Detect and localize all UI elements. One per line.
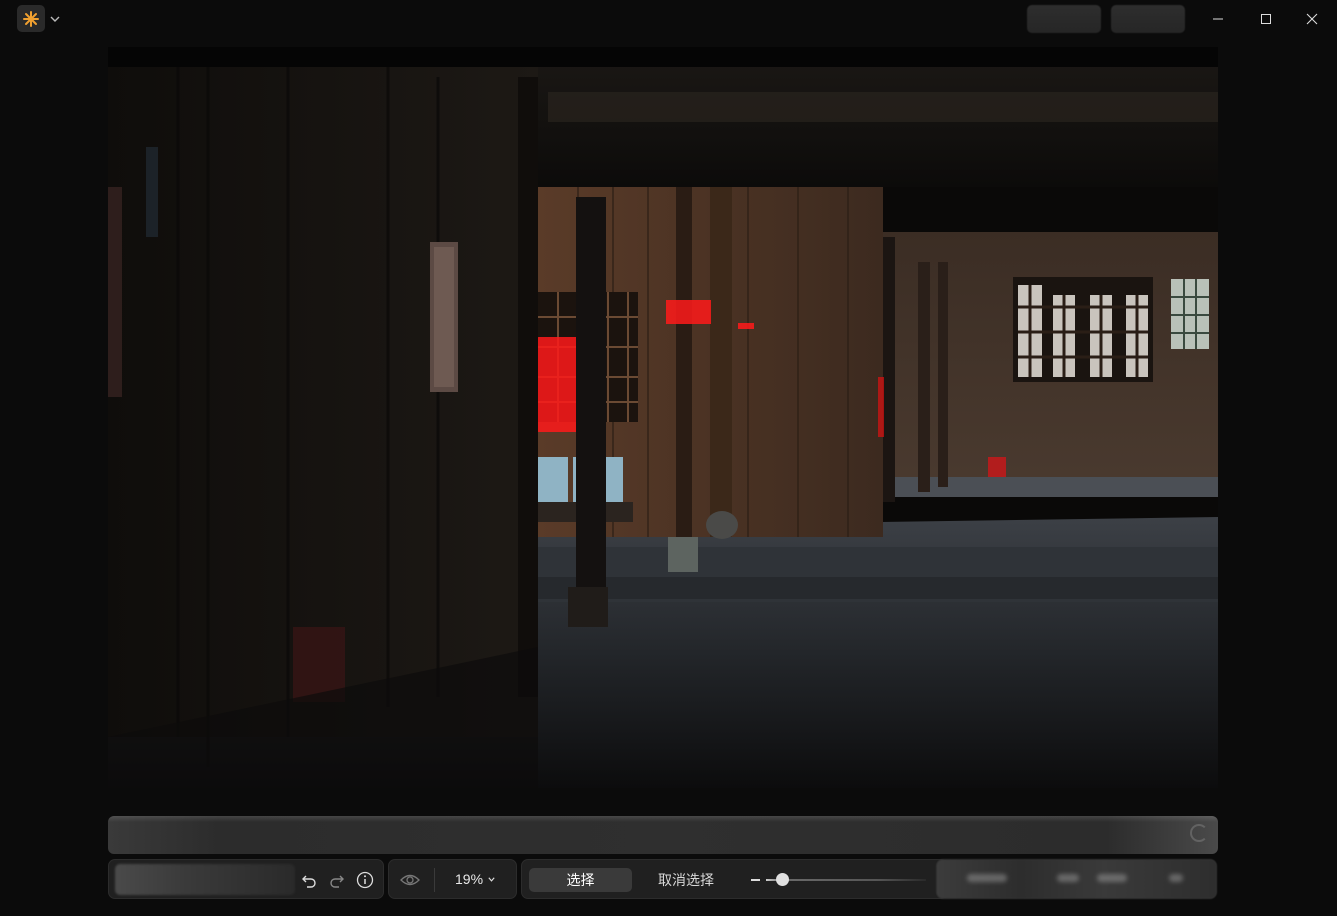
redo-icon	[330, 875, 344, 888]
chevron-down-icon	[488, 876, 495, 882]
app-menu-button[interactable]	[17, 5, 45, 32]
photo-canvas[interactable]	[108, 47, 1218, 788]
blurred-control-4[interactable]	[1169, 874, 1183, 882]
blurred-tool-area[interactable]	[115, 864, 295, 895]
timeline-sheen	[108, 816, 1218, 822]
deselect-button[interactable]: 取消选择	[634, 868, 738, 892]
blurred-control-3[interactable]	[1097, 874, 1127, 882]
brush-size-slider[interactable]	[766, 879, 926, 881]
undo-button[interactable]	[297, 868, 321, 892]
brush-size-slider-thumb[interactable]	[776, 873, 789, 886]
sparkle-icon	[23, 10, 39, 27]
eye-icon	[400, 874, 420, 886]
blurred-header-button-2[interactable]	[1111, 5, 1185, 33]
visibility-toggle[interactable]	[398, 868, 422, 892]
blurred-toolbar[interactable]	[936, 859, 1217, 899]
redo-button[interactable]	[325, 868, 349, 892]
info-icon	[356, 871, 374, 889]
photo-image	[108, 47, 1218, 788]
view-toolbar: 19%	[388, 859, 517, 899]
blurred-control-2[interactable]	[1057, 874, 1079, 882]
history-toolbar	[108, 859, 384, 899]
minimize-icon[interactable]	[1206, 7, 1230, 31]
chevron-down-icon[interactable]	[49, 12, 61, 24]
selection-toolbar: 选择 取消选择	[521, 859, 948, 899]
refresh-icon[interactable]	[1190, 824, 1208, 842]
minus-icon[interactable]	[751, 879, 760, 881]
timeline-strip[interactable]	[108, 816, 1218, 854]
toolbar-divider	[434, 868, 435, 892]
zoom-dropdown[interactable]: 19%	[455, 871, 496, 887]
zoom-level: 19%	[455, 871, 484, 887]
info-button[interactable]	[353, 868, 377, 892]
close-icon[interactable]	[1300, 7, 1324, 31]
maximize-icon[interactable]	[1254, 7, 1278, 31]
select-button[interactable]: 选择	[529, 868, 632, 892]
undo-icon	[302, 875, 316, 888]
blurred-control-1[interactable]	[967, 874, 1007, 882]
blurred-header-button-1[interactable]	[1027, 5, 1101, 33]
title-bar	[0, 0, 1337, 40]
